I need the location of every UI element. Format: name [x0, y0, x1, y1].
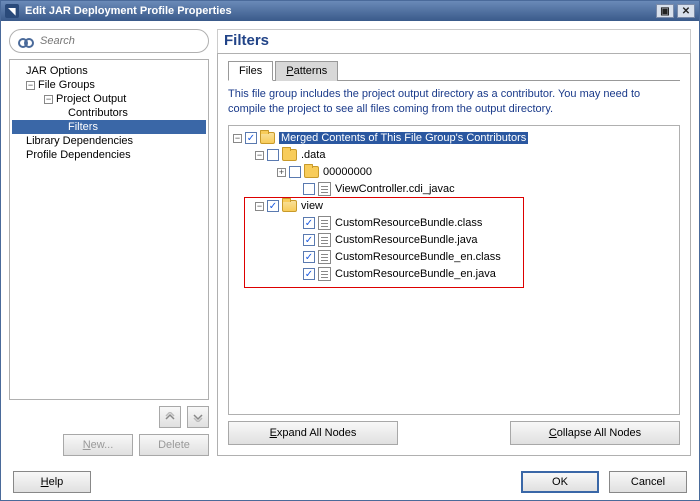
file-tree-label: .data: [301, 149, 325, 161]
nav-item-project-output[interactable]: −Project Output: [12, 92, 206, 106]
nav-item-profile-dependencies[interactable]: Profile Dependencies: [12, 148, 206, 162]
tree-toggle-icon[interactable]: −: [233, 134, 242, 143]
tab-patterns[interactable]: Patterns: [275, 61, 338, 81]
nav-item-contributors[interactable]: Contributors: [12, 106, 206, 120]
file-tree-label: Merged Contents of This File Group's Con…: [279, 132, 528, 144]
move-down-button[interactable]: [187, 406, 209, 428]
chevron-up-icon: [165, 412, 175, 422]
file-icon: [318, 233, 331, 247]
nav-item-filters[interactable]: Filters: [12, 120, 206, 134]
file-icon: [318, 267, 331, 281]
checkbox[interactable]: [289, 166, 301, 178]
delete-button[interactable]: Delete: [139, 434, 209, 456]
close-button[interactable]: ✕: [677, 4, 695, 18]
nav-item-library-dependencies[interactable]: Library Dependencies: [12, 134, 206, 148]
nav-item-label: Filters: [68, 121, 98, 133]
new-button[interactable]: New...: [63, 434, 133, 456]
checkbox[interactable]: ✓: [303, 234, 315, 246]
file-tree-row[interactable]: ✓ CustomResourceBundle.class: [231, 215, 677, 232]
folder-icon: [282, 149, 297, 161]
info-text: This file group includes the project out…: [228, 87, 680, 117]
chevron-down-icon: [193, 412, 203, 422]
dialog: ◥ Edit JAR Deployment Profile Properties…: [0, 0, 700, 501]
file-tree-row[interactable]: ✓ CustomResourceBundle_en.class: [231, 249, 677, 266]
nav-tree[interactable]: JAR Options−File Groups−Project OutputCo…: [9, 59, 209, 400]
checkbox[interactable]: ✓: [303, 251, 315, 263]
nav-buttons: New... Delete: [9, 434, 209, 456]
file-tree-label: view: [301, 200, 323, 212]
collapse-all-button[interactable]: Collapse All Nodes: [510, 421, 680, 445]
cancel-button[interactable]: Cancel: [609, 471, 687, 493]
nav-item-label: File Groups: [38, 79, 95, 91]
panel-title: Filters: [217, 29, 691, 53]
nav-item-label: Project Output: [56, 93, 126, 105]
file-tree-label: CustomResourceBundle.class: [335, 217, 482, 229]
left-column: JAR Options−File Groups−Project OutputCo…: [9, 29, 209, 456]
file-tree-label: CustomResourceBundle_en.java: [335, 268, 496, 280]
checkbox[interactable]: ✓: [245, 132, 257, 144]
checkbox[interactable]: [267, 149, 279, 161]
file-tree-row[interactable]: ✓ CustomResourceBundle.java: [231, 232, 677, 249]
file-tree-row[interactable]: − .data: [231, 147, 677, 164]
folder-icon: [260, 132, 275, 144]
app-icon: ◥: [5, 4, 19, 18]
tree-toggle-icon[interactable]: −: [255, 202, 264, 211]
footer: Help OK Cancel: [1, 464, 699, 500]
file-icon: [318, 182, 331, 196]
folder-icon: [282, 200, 297, 212]
move-up-button[interactable]: [159, 406, 181, 428]
checkbox[interactable]: ✓: [303, 268, 315, 280]
file-icon: [318, 250, 331, 264]
tree-toggle-icon[interactable]: −: [255, 151, 264, 160]
folder-icon: [304, 166, 319, 178]
file-icon: [318, 216, 331, 230]
tab-files[interactable]: Files: [228, 61, 273, 81]
checkbox[interactable]: ✓: [267, 200, 279, 212]
main-area: JAR Options−File Groups−Project OutputCo…: [1, 21, 699, 464]
tree-toggle-icon[interactable]: −: [26, 81, 35, 90]
file-tree-label: ViewController.cdi_javac: [335, 183, 455, 195]
file-tree-label: CustomResourceBundle.java: [335, 234, 477, 246]
nav-item-label: Contributors: [68, 107, 128, 119]
tree-toggle-icon[interactable]: +: [277, 168, 286, 177]
expand-row: Expand All Nodes Collapse All Nodes: [228, 415, 680, 445]
tree-toggle-icon[interactable]: −: [44, 95, 53, 104]
nav-item-label: Library Dependencies: [26, 135, 133, 147]
titlebar: ◥ Edit JAR Deployment Profile Properties…: [1, 1, 699, 21]
file-tree-label: CustomResourceBundle_en.class: [335, 251, 501, 263]
search-field[interactable]: [9, 29, 209, 53]
file-tree-row[interactable]: −✓ Merged Contents of This File Group's C…: [231, 130, 677, 147]
nav-item-file-groups[interactable]: −File Groups: [12, 78, 206, 92]
file-tree-row[interactable]: +00000000: [231, 164, 677, 181]
checkbox[interactable]: ✓: [303, 217, 315, 229]
right-column: Filters Files Patterns This file group i…: [217, 29, 691, 456]
maximize-button[interactable]: ▣: [656, 4, 674, 18]
search-icon: [18, 34, 34, 48]
nav-item-label: JAR Options: [26, 65, 88, 77]
file-tree-label: 00000000: [323, 166, 372, 178]
file-tree-row[interactable]: ViewController.cdi_javac: [231, 181, 677, 198]
panel: Files Patterns This file group includes …: [217, 53, 691, 456]
nav-item-jar-options[interactable]: JAR Options: [12, 64, 206, 78]
window-title: Edit JAR Deployment Profile Properties: [25, 5, 232, 17]
checkbox[interactable]: [303, 183, 315, 195]
tabs: Files Patterns: [228, 60, 680, 81]
file-tree-row[interactable]: −✓ view: [231, 198, 677, 215]
file-tree[interactable]: −✓Merged Contents of This File Group's C…: [228, 125, 680, 415]
expand-all-button[interactable]: Expand All Nodes: [228, 421, 398, 445]
ok-button[interactable]: OK: [521, 471, 599, 493]
help-button[interactable]: Help: [13, 471, 91, 493]
nav-item-label: Profile Dependencies: [26, 149, 131, 161]
search-input[interactable]: [40, 35, 200, 47]
file-tree-row[interactable]: ✓ CustomResourceBundle_en.java: [231, 266, 677, 283]
